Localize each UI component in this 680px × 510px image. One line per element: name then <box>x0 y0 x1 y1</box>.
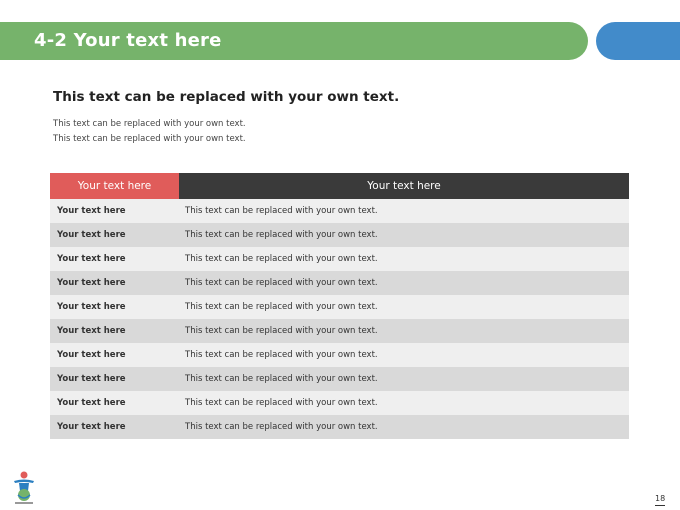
table-row: Your text here This text can be replaced… <box>50 223 629 247</box>
row-label: Your text here <box>50 223 179 247</box>
table-row: Your text here This text can be replaced… <box>50 367 629 391</box>
row-text: This text can be replaced with your own … <box>179 415 629 439</box>
slide-title: 4-2 Your text here <box>34 30 222 51</box>
table-row: Your text here This text can be replaced… <box>50 247 629 271</box>
content-table: Your text here Your text here Your text … <box>50 173 629 439</box>
title-bar: 4-2 Your text here <box>0 22 588 60</box>
decorative-blue-pill <box>596 22 680 60</box>
row-label: Your text here <box>50 199 179 223</box>
body-text-line: This text can be replaced with your own … <box>53 134 246 144</box>
page-number: 18 <box>655 494 666 506</box>
section-heading: This text can be replaced with your own … <box>53 89 400 105</box>
table-header-cell: Your text here <box>50 173 179 199</box>
table-row: Your text here This text can be replaced… <box>50 295 629 319</box>
table-row: Your text here This text can be replaced… <box>50 271 629 295</box>
table-header-row: Your text here Your text here <box>50 173 629 199</box>
row-text: This text can be replaced with your own … <box>179 391 629 415</box>
row-label: Your text here <box>50 319 179 343</box>
table-row: Your text here This text can be replaced… <box>50 391 629 415</box>
row-label: Your text here <box>50 391 179 415</box>
row-text: This text can be replaced with your own … <box>179 319 629 343</box>
row-label: Your text here <box>50 367 179 391</box>
table-header-cell: Your text here <box>179 173 629 199</box>
table-row: Your text here This text can be replaced… <box>50 415 629 439</box>
row-text: This text can be replaced with your own … <box>179 343 629 367</box>
row-label: Your text here <box>50 295 179 319</box>
row-text: This text can be replaced with your own … <box>179 223 629 247</box>
table-row: Your text here This text can be replaced… <box>50 199 629 223</box>
row-text: This text can be replaced with your own … <box>179 199 629 223</box>
row-text: This text can be replaced with your own … <box>179 271 629 295</box>
table-row: Your text here This text can be replaced… <box>50 343 629 367</box>
row-text: This text can be replaced with your own … <box>179 367 629 391</box>
table-row: Your text here This text can be replaced… <box>50 319 629 343</box>
row-label: Your text here <box>50 271 179 295</box>
row-label: Your text here <box>50 343 179 367</box>
row-label: Your text here <box>50 415 179 439</box>
row-label: Your text here <box>50 247 179 271</box>
mascot-logo-icon <box>11 471 37 505</box>
row-text: This text can be replaced with your own … <box>179 247 629 271</box>
row-text: This text can be replaced with your own … <box>179 295 629 319</box>
body-text-line: This text can be replaced with your own … <box>53 119 246 129</box>
